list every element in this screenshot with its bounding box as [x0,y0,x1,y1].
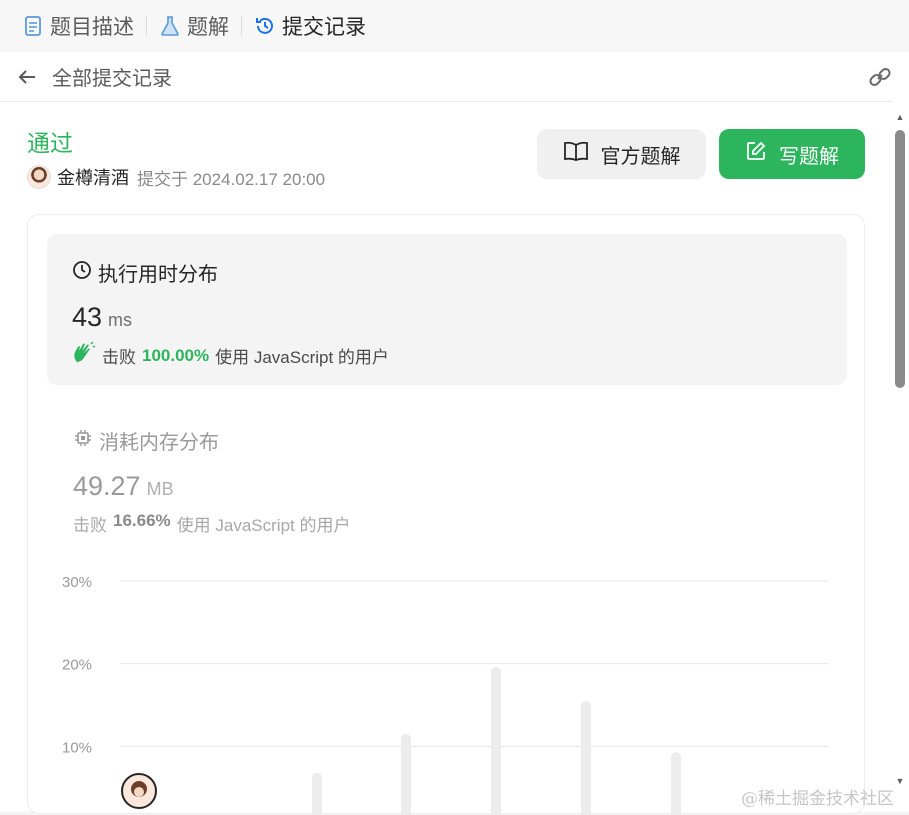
document-icon [22,15,44,37]
tab-description[interactable]: 题目描述 [22,0,134,52]
flask-icon [159,15,181,37]
chart-bar[interactable] [581,700,591,815]
scrollbar[interactable]: ▲ ▼ [891,52,909,812]
book-icon [563,140,589,168]
tab-label: 题解 [187,16,229,39]
chart-bar[interactable] [312,772,322,815]
chart-bar[interactable] [401,733,411,815]
tab-divider [146,16,147,36]
avatar[interactable] [27,165,51,189]
back-arrow-icon[interactable] [16,66,38,88]
subheader-title: 全部提交记录 [52,68,172,90]
tab-divider [241,16,242,36]
submit-time: 提交于 2024.02.17 20:00 [137,169,326,189]
chart-bar[interactable] [491,666,501,815]
history-icon [254,15,276,37]
distribution-chart: 30% 20% 10% [62,574,829,815]
status-label: 通过 [27,130,73,156]
write-solution-label: 写题解 [779,145,839,168]
chart-bar[interactable] [671,752,681,815]
official-solution-button[interactable]: 官方题解 [537,129,706,179]
chart-y-tick-label: 20% [62,657,92,674]
tab-label: 提交记录 [282,16,366,39]
chart-user-marker[interactable] [121,773,157,809]
chart-y-tick-label: 30% [62,574,92,591]
result-card: 执行用时分布 43 ms 击败 100.00% 使用 JavaScript 的用户… [27,214,865,815]
tab-submissions[interactable]: 提交记录 [254,0,366,52]
scroll-down-arrow-icon[interactable]: ▼ [895,776,905,786]
tab-solutions[interactable]: 题解 [159,0,229,52]
write-solution-button[interactable]: 写题解 [719,129,865,179]
author-row: 金樽清酒 提交于 2024.02.17 20:00 [27,164,325,190]
official-solution-label: 官方题解 [600,145,681,168]
tab-label: 题目描述 [50,16,134,39]
author-name[interactable]: 金樽清酒 [57,164,129,190]
chart-y-tick-label: 10% [62,739,92,756]
scroll-thumb[interactable] [895,130,905,388]
subheader: 全部提交记录 [0,52,909,102]
tab-bar: 题目描述 题解 提交记录 [0,0,909,52]
edit-icon [745,140,767,168]
scroll-up-arrow-icon[interactable]: ▲ [895,112,905,122]
link-icon[interactable] [867,64,893,90]
watermark: @稀土掘金技术社区 [741,789,894,809]
